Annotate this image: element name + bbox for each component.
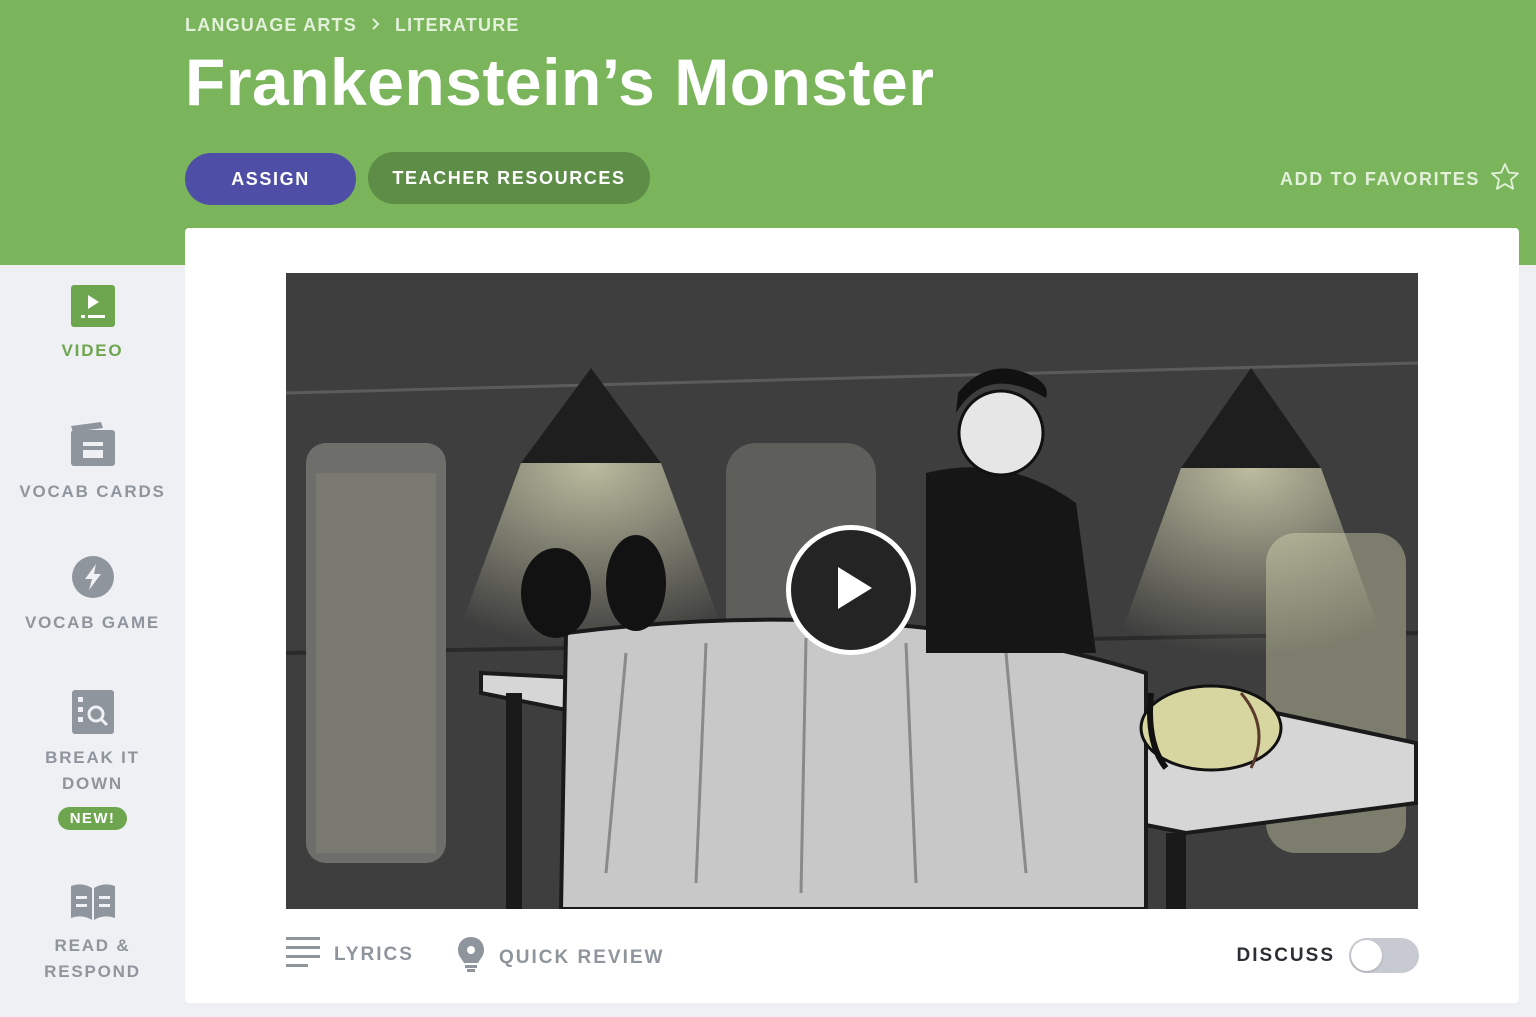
play-icon xyxy=(824,561,878,620)
play-button[interactable] xyxy=(786,525,916,655)
sidebar-item-label-line1: BREAK IT xyxy=(45,748,140,767)
sidebar-item-vocab-cards[interactable]: VOCAB CARDS xyxy=(0,420,185,505)
sidebar-item-video[interactable]: VIDEO xyxy=(0,285,185,364)
sidebar-item-vocab-game[interactable]: VOCAB GAME xyxy=(0,555,185,636)
breadcrumb-literature[interactable]: LITERATURE xyxy=(395,15,520,36)
magnify-icon xyxy=(71,690,114,739)
sidebar: VIDEO VOCAB CARDS VOCAB GAME BREAK IT DO… xyxy=(0,265,185,1017)
content-card: LYRICS QUICK REVIEW DISCUSS xyxy=(185,228,1519,1003)
sidebar-item-label: VOCAB GAME xyxy=(24,613,161,632)
breadcrumb: LANGUAGE ARTS LITERATURE xyxy=(185,15,520,36)
toggle-knob xyxy=(1351,940,1382,971)
lyrics-button[interactable]: LYRICS xyxy=(286,936,414,974)
sidebar-item-label: VOCAB CARDS xyxy=(19,482,166,501)
vocab-cards-icon xyxy=(67,420,119,473)
quick-review-label: QUICK REVIEW xyxy=(499,947,665,968)
video-player[interactable] xyxy=(286,273,1418,909)
sidebar-item-label-line2: DOWN xyxy=(61,774,124,793)
sidebar-item-label: VIDEO xyxy=(61,341,124,360)
sidebar-item-label: BREAK IT DOWN xyxy=(45,745,140,797)
lyrics-label: LYRICS xyxy=(334,944,414,965)
sidebar-item-label-line2: RESPOND xyxy=(44,962,141,981)
sidebar-item-label-line1: READ & xyxy=(54,936,131,955)
add-to-favorites-button[interactable]: ADD TO FAVORITES xyxy=(1280,162,1520,197)
quick-review-button[interactable]: QUICK REVIEW xyxy=(457,936,664,980)
video-icon xyxy=(70,285,115,332)
sidebar-item-read-respond[interactable]: READ & RESPOND xyxy=(0,880,185,985)
lightning-icon xyxy=(71,555,115,604)
lightbulb-icon xyxy=(457,936,485,980)
discuss-toggle[interactable] xyxy=(1349,938,1419,973)
discuss-label: DISCUSS xyxy=(1236,944,1335,966)
new-badge: NEW! xyxy=(57,807,128,830)
assign-button[interactable]: ASSIGN xyxy=(185,153,356,205)
chevron-right-icon xyxy=(371,15,381,36)
teacher-resources-button[interactable]: TEACHER RESOURCES xyxy=(368,152,650,204)
star-icon xyxy=(1490,162,1520,197)
page-title: Frankenstein’s Monster xyxy=(185,45,935,119)
sidebar-item-label: READ & RESPOND xyxy=(44,933,141,985)
lyrics-icon xyxy=(286,936,320,974)
book-icon xyxy=(68,880,118,927)
add-to-favorites-label: ADD TO FAVORITES xyxy=(1280,169,1480,189)
header-banner: LANGUAGE ARTS LITERATURE Frankenstein’s … xyxy=(0,0,1536,265)
breadcrumb-language-arts[interactable]: LANGUAGE ARTS xyxy=(185,15,357,36)
discuss-control: DISCUSS xyxy=(1237,938,1419,973)
sidebar-item-break-it-down[interactable]: BREAK IT DOWN NEW! xyxy=(0,690,185,830)
